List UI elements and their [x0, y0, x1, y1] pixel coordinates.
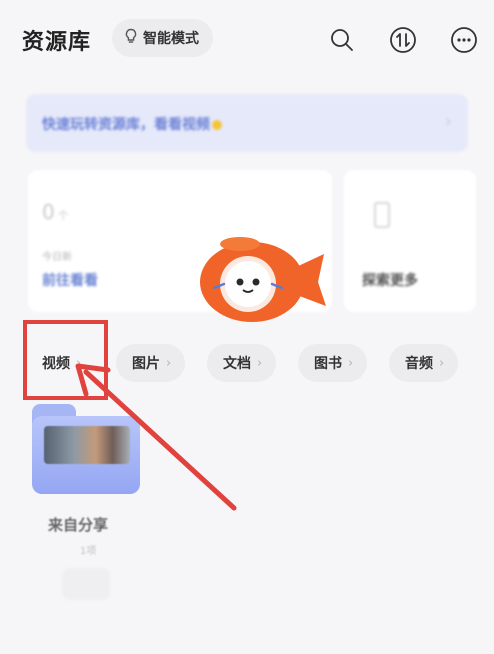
more-icon[interactable]	[450, 26, 478, 54]
chevron-right-icon: ›	[166, 355, 172, 371]
explore-label: 探索更多	[362, 273, 418, 289]
chevron-right-icon: ›	[348, 355, 354, 371]
search-icon[interactable]	[328, 26, 356, 54]
tab-label: 音频	[405, 356, 433, 372]
recent-count: 0	[42, 200, 55, 224]
tab-documents[interactable]: 文档 ›	[207, 344, 277, 382]
shared-folder[interactable]	[32, 404, 140, 494]
recent-link[interactable]: 前往看看	[42, 270, 98, 290]
smart-mode-chip[interactable]: 智能模式	[112, 19, 213, 57]
emoji-icon	[212, 120, 222, 130]
tab-books[interactable]: 图书 ›	[298, 344, 368, 382]
tab-audio[interactable]: 音频 ›	[389, 344, 459, 382]
chevron-right-icon: ›	[444, 111, 452, 132]
page-title: 资源库	[22, 30, 92, 55]
folder-placeholder	[62, 568, 110, 600]
tab-label: 图片	[132, 356, 160, 372]
sort-icon[interactable]	[389, 26, 417, 54]
tab-images[interactable]: 图片 ›	[116, 344, 186, 382]
explore-card[interactable]: 探索更多	[344, 170, 476, 312]
lightbulb-icon	[124, 28, 138, 48]
tutorial-banner[interactable]: 快速玩转资源库，看看视频 ›	[26, 94, 468, 152]
chevron-right-icon: ›	[257, 355, 263, 371]
chevron-right-icon: ›	[439, 355, 445, 371]
mascot-icon	[200, 237, 326, 322]
folder-thumbnail	[44, 426, 130, 464]
header: 资源库 智能模式	[0, 0, 494, 80]
document-icon	[374, 202, 390, 228]
recent-sub-label: 今日新	[42, 252, 72, 263]
tab-label: 图书	[314, 356, 342, 372]
smart-mode-label: 智能模式	[143, 31, 199, 47]
folder-count: 1项	[80, 546, 97, 557]
annotation-highlight-box	[23, 320, 108, 400]
tab-label: 文档	[223, 356, 251, 372]
banner-text: 快速玩转资源库，看看视频	[42, 117, 210, 133]
folder-name: 来自分享	[48, 516, 109, 534]
recent-count-unit: 个	[57, 209, 69, 222]
